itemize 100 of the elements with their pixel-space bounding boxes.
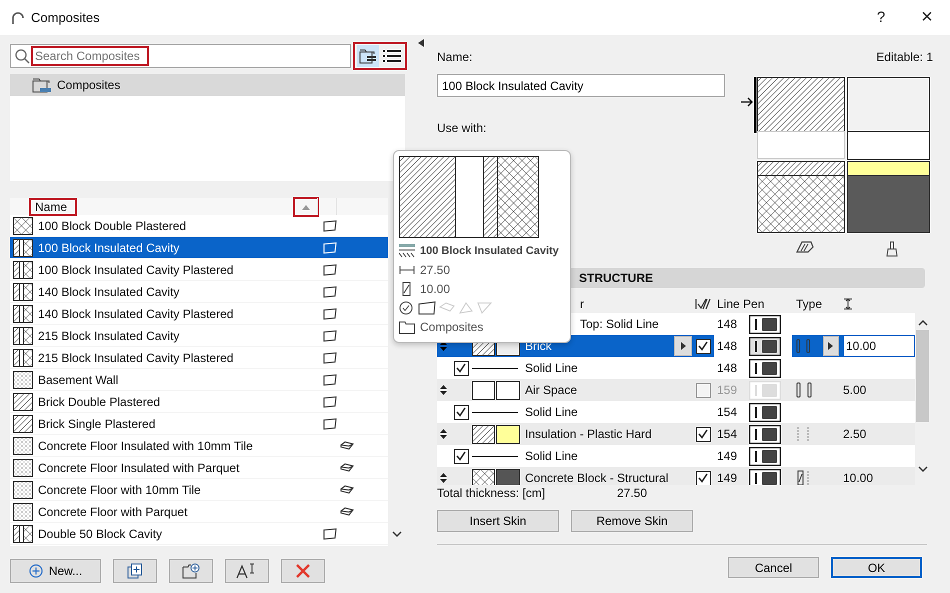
pen-swatch[interactable] xyxy=(749,336,782,356)
arrow-right-icon xyxy=(828,342,834,350)
sort-arrow-icon xyxy=(301,204,311,210)
composite-list-item[interactable]: Concrete Floor Insulated with 10mm Tile xyxy=(10,435,388,457)
scroll-down-icon[interactable] xyxy=(918,466,928,473)
pattern-icon xyxy=(13,458,33,476)
new-button[interactable]: New... xyxy=(10,559,101,583)
composite-list-item[interactable]: 140 Block Insulated Cavity Plastered xyxy=(10,303,388,325)
pen-swatch[interactable] xyxy=(749,402,782,422)
fill-pattern-icon[interactable] xyxy=(796,241,814,253)
pen-swatch[interactable] xyxy=(749,358,782,378)
pen-number: 148 xyxy=(717,339,738,353)
checkbox[interactable] xyxy=(696,382,710,398)
checkbox[interactable] xyxy=(696,426,710,442)
scroll-up-icon[interactable] xyxy=(918,319,928,326)
checkbox[interactable] xyxy=(696,470,710,485)
name-column-header[interactable]: Name xyxy=(31,200,75,214)
delete-button[interactable] xyxy=(281,559,325,583)
composite-list-item[interactable]: 140 Block Insulated Cavity xyxy=(10,281,388,303)
arrow-right-icon xyxy=(680,342,686,350)
plus-circle-icon xyxy=(28,564,43,578)
pen-swatch[interactable] xyxy=(749,314,782,334)
line-name: Solid Line xyxy=(525,361,579,375)
duplicate-button[interactable] xyxy=(113,559,157,583)
search-field[interactable]: Search Composites xyxy=(33,48,147,64)
pattern-icon xyxy=(13,480,33,498)
composite-list-item[interactable]: 215 Block Insulated Cavity Plastered xyxy=(10,347,388,369)
pen-number: 148 xyxy=(717,361,738,375)
composite-list-item[interactable]: 100 Block Insulated Cavity xyxy=(10,237,388,259)
wall-icon xyxy=(323,308,337,320)
close-button[interactable]: × xyxy=(904,0,950,35)
color-swatch[interactable] xyxy=(496,424,520,444)
pattern-icon xyxy=(13,282,33,300)
composite-list-item[interactable]: Basement Wall xyxy=(10,369,388,391)
brush-icon[interactable] xyxy=(886,241,898,257)
rename-button[interactable] xyxy=(225,559,269,583)
sort-button[interactable] xyxy=(295,198,317,214)
folder-tree-item[interactable]: Composites xyxy=(10,74,405,96)
composite-list-item[interactable]: Brick Double Plastered xyxy=(10,391,388,413)
name-field[interactable]: 100 Block Insulated Cavity xyxy=(437,74,725,97)
slab-icon xyxy=(340,506,354,516)
pen-swatch[interactable] xyxy=(749,468,782,485)
reorder-handle-icon[interactable] xyxy=(440,385,447,395)
composite-list-item[interactable]: Concrete Floor Insulated with Parquet xyxy=(10,457,388,479)
check-circle-icon xyxy=(399,300,413,314)
thickness-value: 5.00 xyxy=(843,383,866,397)
composite-list-item[interactable]: Double 50 Block Cavity xyxy=(10,523,388,545)
line-name: Top: Solid Line xyxy=(580,317,660,331)
app-icon xyxy=(11,10,25,24)
scrollbar-thumb[interactable] xyxy=(916,330,929,422)
column-header: Type xyxy=(795,297,824,311)
checkbox[interactable] xyxy=(454,360,468,376)
width-icon xyxy=(399,266,415,274)
type-menu-button[interactable] xyxy=(822,336,839,356)
composite-list-item[interactable]: Concrete Floor with Parquet xyxy=(10,501,388,523)
composite-list-item[interactable]: Concrete Floor with 10mm Tile xyxy=(10,479,388,501)
checkbox[interactable] xyxy=(454,404,468,420)
remove-skin-button[interactable]: Remove Skin xyxy=(571,510,693,532)
building-material-button[interactable] xyxy=(674,336,692,356)
pen-swatch[interactable] xyxy=(749,424,782,444)
folder-icon xyxy=(32,77,52,93)
skin-name: Insulation - Plastic Hard xyxy=(525,427,653,441)
core-type-icon[interactable] xyxy=(796,382,812,398)
insert-skin-button[interactable]: Insert Skin xyxy=(437,510,559,532)
pen-number: 154 xyxy=(717,405,738,419)
help-button[interactable]: ? xyxy=(858,0,904,35)
pattern-icon xyxy=(13,238,33,256)
cancel-button[interactable]: Cancel xyxy=(728,557,819,578)
search-icon xyxy=(15,48,30,64)
reorder-handle-icon[interactable] xyxy=(440,429,447,439)
wall-icon xyxy=(323,418,337,430)
scroll-down-icon[interactable] xyxy=(392,531,402,538)
delete-icon xyxy=(296,564,310,578)
folder-view-button[interactable] xyxy=(357,45,379,67)
skin-name: Air Space xyxy=(525,383,578,397)
pattern-icon xyxy=(13,260,33,278)
reorder-handle-icon[interactable] xyxy=(440,341,447,351)
folder-button[interactable] xyxy=(169,559,213,583)
editable-count: Editable: 1 xyxy=(876,50,933,66)
composite-list-item[interactable]: Brick Single Plastered xyxy=(10,413,388,435)
pattern-icon xyxy=(13,436,33,454)
pattern-icon xyxy=(13,326,33,344)
composite-list-item[interactable]: 215 Block Insulated Cavity xyxy=(10,325,388,347)
thickness-value[interactable]: 10.00 xyxy=(843,335,915,357)
composite-list-item[interactable]: 100 Block Insulated Cavity Plastered xyxy=(10,259,388,281)
duplicate-icon xyxy=(127,563,143,579)
reorder-handle-icon[interactable] xyxy=(440,473,447,483)
color-swatch[interactable] xyxy=(496,380,520,400)
pattern-icon xyxy=(13,392,33,410)
pattern-icon xyxy=(13,348,33,366)
pattern-swatch[interactable] xyxy=(472,380,495,400)
pattern-swatch[interactable] xyxy=(472,424,495,444)
wall-icon xyxy=(323,374,337,386)
wall-icon xyxy=(323,242,337,254)
collapse-icon[interactable] xyxy=(418,39,424,47)
pen-swatch[interactable] xyxy=(749,446,782,466)
checkbox[interactable] xyxy=(454,448,468,464)
ok-button[interactable]: OK xyxy=(831,557,922,578)
wall-icon xyxy=(323,396,337,408)
checkbox[interactable] xyxy=(696,338,710,354)
